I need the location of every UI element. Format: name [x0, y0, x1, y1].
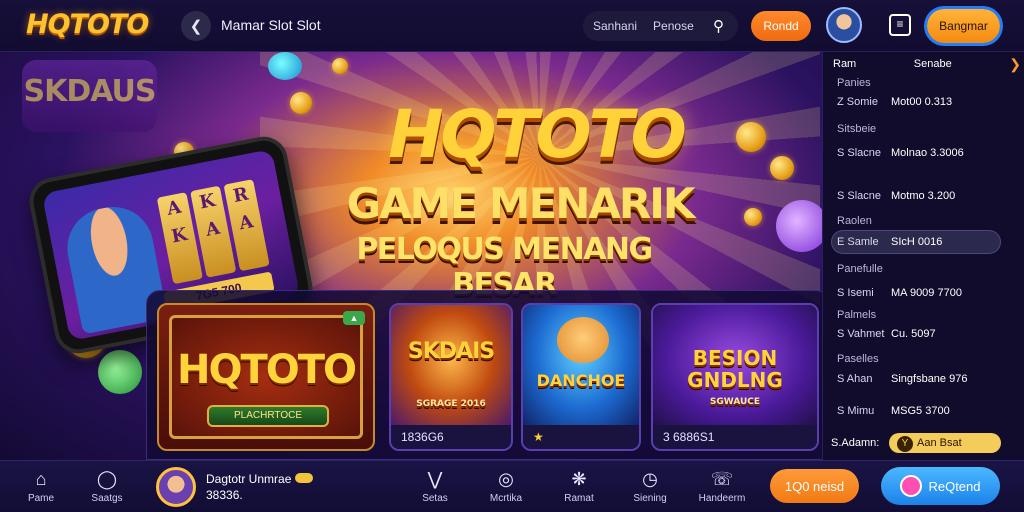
- sidebar-header: Ram Senabe ❯: [833, 56, 1021, 72]
- sidebar-item[interactable]: Z Somie Mot00 0.313: [837, 93, 1017, 111]
- sidebar-section: Paselles: [837, 353, 879, 365]
- game-meta: ★: [523, 425, 639, 449]
- gem-icon: [268, 52, 302, 80]
- nav-item-chat[interactable]: ◯ Saatgs: [83, 467, 131, 504]
- sidebar-footer: S.Adamn: Y Aan Bsat: [831, 432, 1021, 454]
- chevron-left-icon: ❮: [189, 18, 203, 35]
- clock-icon: ◷: [642, 469, 658, 489]
- coin-icon: [290, 92, 312, 114]
- coin-icon: [744, 208, 762, 226]
- sidebar-item[interactable]: S Slacne Molnao 3.3006: [837, 144, 1017, 162]
- coin-icon: [736, 122, 766, 152]
- bottom-nav: ⌂ Pame ◯ Saatgs Dagtotr Unmrae 38336. ⋁ …: [0, 460, 1024, 512]
- new-badge: ▲: [343, 311, 365, 325]
- user-info: Dagtotr Unmrae 38336.: [206, 471, 314, 503]
- sidebar-section: Panefulle: [837, 263, 883, 275]
- nav-item-promo[interactable]: ❋ Ramat: [555, 467, 603, 504]
- avatar: [156, 467, 196, 507]
- game-card[interactable]: DANCHOE ★: [521, 303, 641, 451]
- user-balance: 38336.: [206, 488, 243, 502]
- gem-icon: [98, 350, 142, 394]
- user-name: Dagtotr Unmrae: [206, 472, 292, 486]
- sidebar-section: Palmels: [837, 309, 877, 321]
- coin-icon: [332, 58, 348, 74]
- back-button[interactable]: ❮: [181, 11, 211, 41]
- slot-icon: ⋁: [427, 469, 443, 489]
- game-title: DANCHOE: [536, 371, 626, 390]
- game-title: BESION GNDLNG: [687, 346, 783, 392]
- game-subtitle: PLACHRTOCE: [207, 405, 329, 427]
- hero-banner[interactable]: SKDAUS AK KA RA 7G5 700 HQTOTO GAME MENA…: [0, 52, 822, 460]
- game-card[interactable]: SKDAIS SGRAGE 2016 1836G6: [389, 303, 513, 451]
- vip-badge: [295, 473, 314, 483]
- login-button[interactable]: Bangmar: [927, 9, 1000, 43]
- nav-item-support[interactable]: ☏ Handeerm: [698, 467, 746, 504]
- gift-icon: ❋: [571, 469, 587, 489]
- sidebar-footer-label: S.Adamn:: [831, 437, 880, 449]
- nav-item-home[interactable]: ⌂ Pame: [17, 467, 65, 504]
- menu-icon[interactable]: ≡: [889, 14, 911, 36]
- sidebar-item[interactable]: S Ahan Singfsbane 976: [837, 370, 1017, 388]
- register-button[interactable]: ReQtend: [881, 467, 1000, 505]
- sidebar-section: Raolen: [837, 215, 872, 227]
- nav-label: Saatgs: [91, 493, 123, 504]
- hero-title: HQTOTO: [388, 96, 687, 173]
- game-meta: 1836G6: [391, 425, 511, 449]
- sidebar-section: Sitsbeie: [837, 123, 877, 135]
- game-title: HQTOTO: [176, 347, 357, 393]
- deposit-button[interactable]: 1Q0 neisd: [770, 469, 859, 503]
- sidebar-item[interactable]: S Isemi MA 9009 7700: [837, 284, 1017, 302]
- site-logo[interactable]: HQTOTO: [26, 9, 149, 40]
- nav-item-settings[interactable]: ◷ Siening: [626, 467, 674, 504]
- avatar[interactable]: [826, 7, 862, 43]
- search-label-right: Penose: [653, 19, 694, 33]
- headset-icon: ☏: [710, 469, 734, 489]
- nav-label: Ramat: [564, 493, 594, 504]
- user-summary[interactable]: Dagtotr Unmrae 38336.: [156, 467, 314, 507]
- game-title: SKDAIS: [407, 339, 495, 364]
- nav-item-slots[interactable]: ⋁ Setas: [411, 467, 459, 504]
- home-icon: ⌂: [35, 469, 47, 489]
- game-row: ▲ HQTOTO PLACHRTOCE SKDAIS SGRAGE 2016 1…: [146, 290, 822, 460]
- mascot-icon: [557, 317, 609, 363]
- coin-icon: [770, 156, 794, 180]
- sidebar-footer-value: Aan Bsat: [917, 437, 962, 449]
- sidebar-item[interactable]: S Vahmet Cu. 5097: [837, 325, 1017, 343]
- top-bar: HQTOTO ❮ Mamar Slot Slot Sanhani Penose …: [0, 0, 1024, 52]
- nav-label: Pame: [27, 493, 55, 504]
- sidebar-header-right: Senabe: [913, 58, 952, 70]
- nav-item-matches[interactable]: ◎ Mcrtika: [482, 467, 530, 504]
- mascot-icon: [900, 475, 923, 497]
- gem-icon: [776, 200, 822, 252]
- breadcrumb: Mamar Slot Slot: [221, 17, 321, 33]
- game-card[interactable]: ▲ HQTOTO PLACHRTOCE: [157, 303, 375, 451]
- game-meta: 3 6886S1: [653, 425, 817, 449]
- register-label: ReQtend: [928, 478, 981, 494]
- sidebar-header-left: Ram: [833, 58, 857, 70]
- game-subtitle: SGWAUCE: [709, 397, 761, 407]
- sidebar-item-active[interactable]: E Samle SIcH 0016: [837, 233, 1017, 251]
- sidebar-item[interactable]: S Mimu MSG5 3700: [837, 402, 1017, 420]
- game-card[interactable]: BESION GNDLNG SGWAUCE 3 6886S1: [651, 303, 819, 451]
- game-subtitle: SGRAGE 2016: [416, 399, 486, 409]
- hero-subtitle-1: GAME MENARIK: [346, 179, 696, 228]
- sidebar-footer-pill[interactable]: Y Aan Bsat: [889, 433, 1001, 453]
- nav-label: Handeerm: [698, 493, 746, 504]
- nav-label: Siening: [633, 493, 667, 504]
- sidebar-section: Panies: [837, 77, 871, 89]
- search-label-left: Sanhani: [593, 19, 638, 33]
- chat-icon: ◯: [96, 469, 118, 489]
- search-input[interactable]: Sanhani Penose ⚲: [583, 11, 738, 41]
- background-sign: SKDAUS: [22, 60, 157, 132]
- sidebar: Ram Senabe ❯ Panies Z Somie Mot00 0.313 S…: [822, 52, 1024, 460]
- sidebar-item[interactable]: S Slacne Motmo 3.200: [837, 187, 1017, 205]
- nav-label: Mcrtika: [489, 493, 523, 504]
- chevron-down-icon[interactable]: ❯: [1009, 56, 1021, 73]
- primary-button[interactable]: Rondd: [751, 11, 811, 41]
- star-icon: ★: [533, 430, 544, 444]
- search-icon[interactable]: ⚲: [713, 17, 724, 35]
- nav-label: Setas: [422, 493, 448, 504]
- ball-icon: ◎: [498, 469, 514, 489]
- coin-icon: Y: [897, 436, 913, 452]
